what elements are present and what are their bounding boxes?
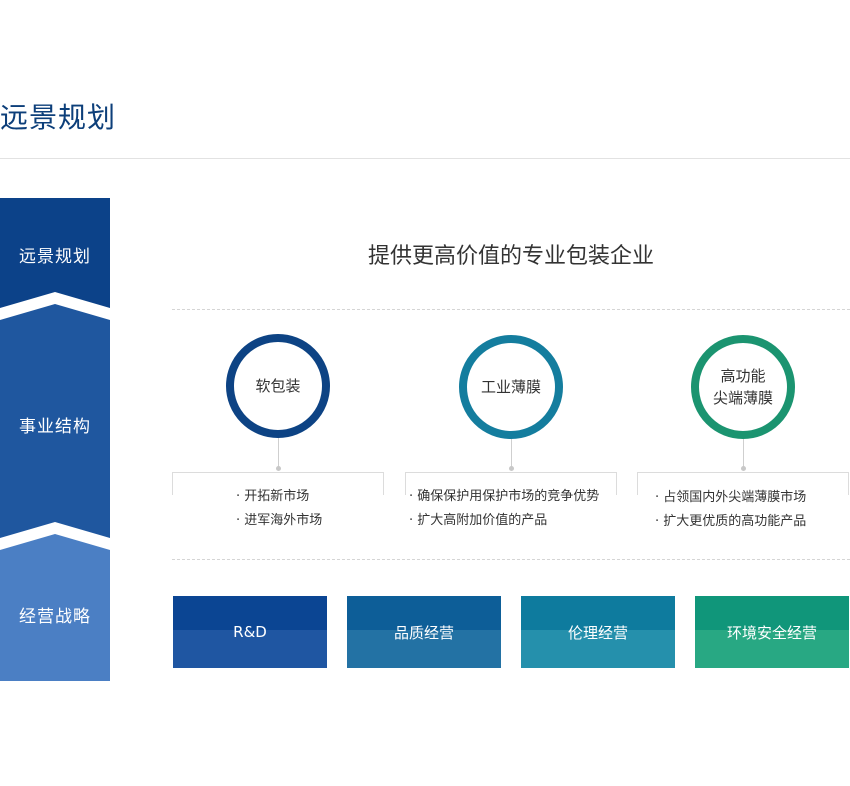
page-title: 远景规划 xyxy=(0,101,117,134)
strip-label-structure: 事业结构 xyxy=(19,417,91,437)
strip-label-strategy: 经营战略 xyxy=(19,607,91,627)
strategy-tile-environment-safety: 环境安全经营 xyxy=(695,596,849,668)
vision-chevron-strip: 远景规划 事业结构 经营战略 xyxy=(0,198,110,681)
vision-headline: 提供更高价值的专业包装企业 xyxy=(367,244,654,269)
strategy-tile-rnd: R&D xyxy=(173,596,327,668)
pillar-label: 软包装 xyxy=(255,377,301,395)
connector-dot xyxy=(276,466,281,471)
pillar-circle-high-function-film: 高功能 尖端薄膜 xyxy=(691,335,795,439)
connector-line xyxy=(743,439,744,468)
pillar-label-line2: 尖端薄膜 xyxy=(712,389,773,407)
strategy-tile-quality: 品质经营 xyxy=(347,596,501,668)
pillar-bullets-soft-packaging: · 开拓新市场 · 进军海外市场 xyxy=(236,485,322,533)
bullet-item: · 确保保护用保护市场的竞争优势 xyxy=(409,489,600,504)
title-divider xyxy=(0,158,850,159)
bullet-item: · 占领国内外尖端薄膜市场 xyxy=(655,490,807,505)
strategy-label: 品质经营 xyxy=(393,623,454,642)
dashed-divider-bottom xyxy=(172,559,850,560)
pillar-circle-industrial-film: 工业薄膜 xyxy=(459,335,563,439)
pillar-bullets-industrial-film: · 确保保护用保护市场的竞争优势 · 扩大高附加价值的产品 xyxy=(409,485,599,533)
dashed-divider-top xyxy=(172,309,850,310)
pillar-circle-soft-packaging: 软包装 xyxy=(226,334,330,438)
connector-line xyxy=(511,439,512,468)
bullet-item: · 开拓新市场 xyxy=(236,489,310,504)
strip-label-vision: 远景规划 xyxy=(19,247,91,267)
connector-line xyxy=(278,438,279,468)
bullet-item: · 进军海外市场 xyxy=(236,513,323,528)
pillar-bullets-high-function-film: · 占领国内外尖端薄膜市场 · 扩大更优质的高功能产品 xyxy=(655,486,806,534)
bullet-item: · 扩大高附加价值的产品 xyxy=(409,513,548,528)
connector-dot xyxy=(741,466,746,471)
strategy-label: 环境安全经营 xyxy=(726,623,817,642)
connector-dot xyxy=(509,466,514,471)
bullet-item: · 扩大更优质的高功能产品 xyxy=(655,514,807,529)
strategy-tile-ethics: 伦理经营 xyxy=(521,596,675,668)
pillar-label: 工业薄膜 xyxy=(480,378,541,396)
strategy-label: R&D xyxy=(233,623,267,641)
strategy-label: 伦理经营 xyxy=(567,623,628,642)
pillar-label-line1: 高功能 xyxy=(720,367,766,385)
